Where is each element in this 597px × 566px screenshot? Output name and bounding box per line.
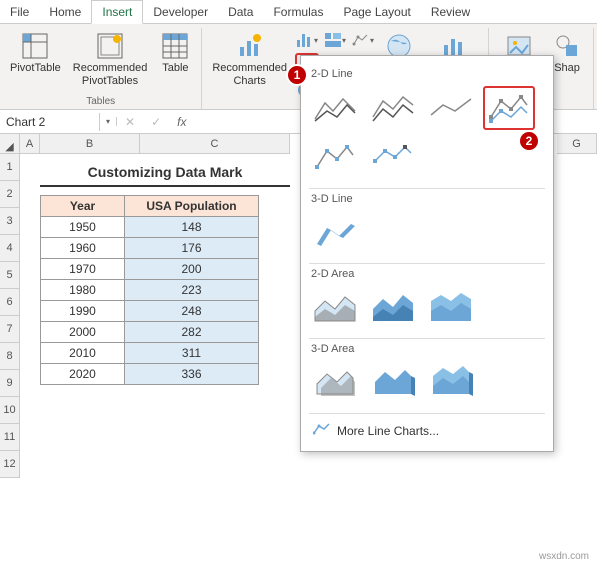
- cell[interactable]: 2000: [41, 322, 125, 343]
- table-icon: [159, 30, 191, 62]
- recommended-charts-button[interactable]: Recommended Charts: [208, 28, 291, 90]
- col-header[interactable]: A: [20, 134, 40, 154]
- line-3d-option[interactable]: [309, 211, 361, 255]
- table-header-pop[interactable]: USA Population: [125, 196, 259, 217]
- line-chart-option-3[interactable]: [425, 86, 477, 130]
- watermark: wsxdn.com: [539, 551, 589, 562]
- cell[interactable]: 1950: [41, 217, 125, 238]
- table-label: Table: [162, 62, 188, 75]
- row-header[interactable]: 12: [0, 451, 20, 478]
- tab-developer[interactable]: Developer: [143, 1, 218, 23]
- cell[interactable]: 223: [125, 280, 259, 301]
- shapes-icon: [551, 30, 583, 62]
- cell[interactable]: 1990: [41, 301, 125, 322]
- fx-confirm-icon: ✓: [143, 115, 169, 129]
- tab-insert[interactable]: Insert: [91, 0, 143, 24]
- tab-file[interactable]: File: [0, 1, 39, 23]
- section-3d-area-label: 3-D Area: [311, 343, 543, 355]
- more-line-charts-button[interactable]: More Line Charts...: [309, 418, 545, 443]
- cell[interactable]: 311: [125, 343, 259, 364]
- fx-icon[interactable]: fx: [169, 115, 194, 129]
- line-chart-option-6[interactable]: [367, 136, 419, 180]
- area-3d-option-3[interactable]: [425, 361, 477, 405]
- cell[interactable]: 336: [125, 364, 259, 385]
- row-header[interactable]: 9: [0, 370, 20, 397]
- recommended-pivottables-icon: [94, 30, 126, 62]
- line-chart-dropdown: 2-D Line 3-D Line 2-D Area 3-D Area More…: [300, 55, 554, 452]
- more-line-charts-icon: [313, 422, 331, 439]
- section-2d-area-label: 2-D Area: [311, 268, 543, 280]
- annotation-badge-1: 1: [286, 64, 308, 86]
- row-header[interactable]: 11: [0, 424, 20, 451]
- tab-data[interactable]: Data: [218, 1, 263, 23]
- recommended-pivottables-button[interactable]: Recommended PivotTables: [69, 28, 152, 90]
- row-header[interactable]: 10: [0, 397, 20, 424]
- row-header[interactable]: 4: [0, 235, 20, 262]
- cell[interactable]: 282: [125, 322, 259, 343]
- pivottable-label: PivotTable: [10, 62, 61, 75]
- area-3d-option-2[interactable]: [367, 361, 419, 405]
- name-box[interactable]: Chart 2: [0, 113, 100, 131]
- cell[interactable]: 2020: [41, 364, 125, 385]
- cell[interactable]: 1980: [41, 280, 125, 301]
- ribbon-group-tables: PivotTable Recommended PivotTables Table…: [0, 28, 202, 109]
- row-header[interactable]: 1: [0, 154, 20, 181]
- recommended-charts-icon: [234, 30, 266, 62]
- area-2d-option-2[interactable]: [367, 286, 419, 330]
- sheet-title[interactable]: Customizing Data Mark: [40, 160, 290, 187]
- area-2d-option-3[interactable]: [425, 286, 477, 330]
- row-header[interactable]: 5: [0, 262, 20, 289]
- pivottable-icon: [19, 30, 51, 62]
- tab-formulas[interactable]: Formulas: [263, 1, 333, 23]
- cell[interactable]: 200: [125, 259, 259, 280]
- row-header[interactable]: 8: [0, 343, 20, 370]
- cell[interactable]: 2010: [41, 343, 125, 364]
- waterfall-chart-button[interactable]: ▾: [351, 28, 375, 52]
- pivottable-button[interactable]: PivotTable: [6, 28, 65, 77]
- section-3d-line-label: 3-D Line: [311, 193, 543, 205]
- tab-review[interactable]: Review: [421, 1, 480, 23]
- column-chart-button[interactable]: ▾: [295, 28, 319, 52]
- area-2d-option-1[interactable]: [309, 286, 361, 330]
- select-all-cell[interactable]: ◢: [0, 134, 20, 154]
- more-line-charts-label: More Line Charts...: [337, 424, 439, 438]
- ribbon-tabs: File Home Insert Developer Data Formulas…: [0, 0, 597, 24]
- namebox-dropdown-icon[interactable]: ▾: [100, 117, 117, 126]
- line-chart-option-1[interactable]: [309, 86, 361, 130]
- table-button[interactable]: Table: [155, 28, 195, 77]
- cell[interactable]: 248: [125, 301, 259, 322]
- line-chart-option-2[interactable]: [367, 86, 419, 130]
- area-3d-option-1[interactable]: [309, 361, 361, 405]
- annotation-badge-2: 2: [518, 130, 540, 152]
- tables-group-label: Tables: [86, 96, 115, 109]
- col-header[interactable]: B: [40, 134, 140, 154]
- cell[interactable]: 1960: [41, 238, 125, 259]
- table-header-year[interactable]: Year: [41, 196, 125, 217]
- cell[interactable]: 176: [125, 238, 259, 259]
- recommended-charts-label: Recommended Charts: [212, 62, 287, 88]
- cell[interactable]: 148: [125, 217, 259, 238]
- tab-home[interactable]: Home: [39, 1, 91, 23]
- cell[interactable]: 1970: [41, 259, 125, 280]
- hierarchy-chart-button[interactable]: ▾: [323, 28, 347, 52]
- row-header[interactable]: 2: [0, 181, 20, 208]
- tab-pagelayout[interactable]: Page Layout: [333, 1, 420, 23]
- line-chart-option-5[interactable]: [309, 136, 361, 180]
- row-header[interactable]: 3: [0, 208, 20, 235]
- fx-cancel-icon: ✕: [117, 115, 143, 129]
- row-header[interactable]: 6: [0, 289, 20, 316]
- col-header[interactable]: G: [557, 134, 597, 154]
- row-header[interactable]: 7: [0, 316, 20, 343]
- section-2d-line-label: 2-D Line: [311, 68, 543, 80]
- line-chart-markers-option[interactable]: [483, 86, 535, 130]
- data-table: Year USA Population 1950148 1960176 1970…: [40, 195, 259, 385]
- shapes-label: Shap: [554, 62, 580, 75]
- col-header[interactable]: C: [140, 134, 290, 154]
- recommended-pivottables-label: Recommended PivotTables: [73, 62, 148, 88]
